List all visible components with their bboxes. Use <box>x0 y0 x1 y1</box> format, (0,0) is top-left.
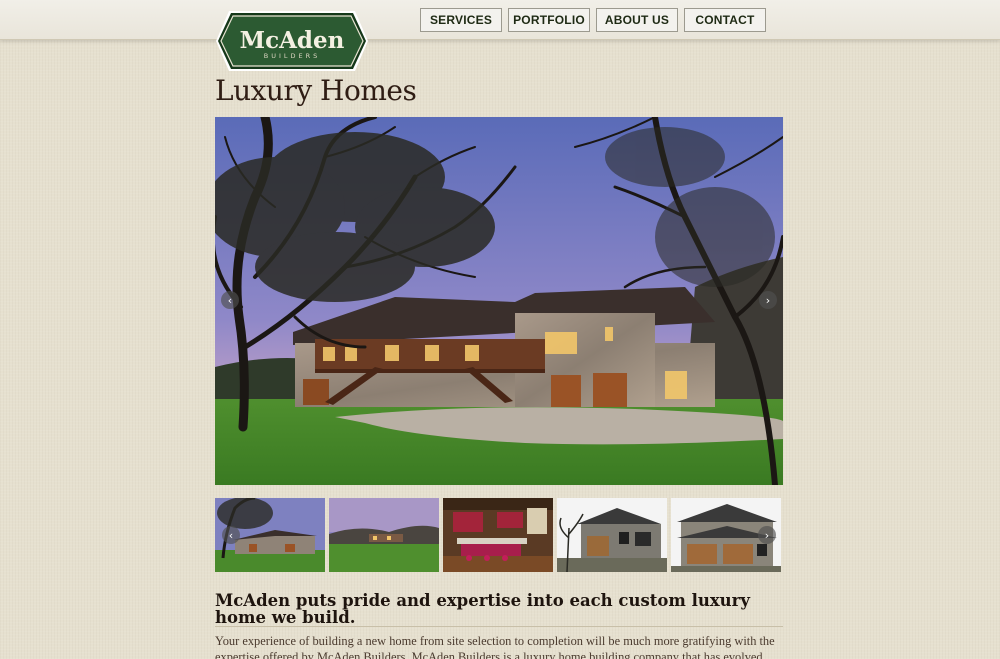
chevron-left-icon: ‹ <box>228 528 234 542</box>
thumbnail-image <box>329 498 439 572</box>
thumbnail-image <box>557 498 667 572</box>
hero-house-photo <box>215 117 783 485</box>
thumbnail-3[interactable] <box>443 498 553 572</box>
hero-slider[interactable]: ‹ › <box>215 117 783 485</box>
hero-prev-arrow[interactable]: ‹ <box>221 291 239 309</box>
nav-about-button[interactable]: ABOUT US <box>596 8 678 32</box>
hero-next-arrow[interactable]: › <box>759 291 777 309</box>
divider <box>215 626 783 627</box>
nav-contact-button[interactable]: CONTACT <box>684 8 766 32</box>
thumbnail-image <box>443 498 553 572</box>
logo-sub-text: BUILDERS <box>264 52 321 60</box>
chevron-right-icon: › <box>765 293 771 307</box>
main-nav: SERVICES PORTFOLIO ABOUT US CONTACT <box>420 8 766 32</box>
chevron-right-icon: › <box>764 528 770 542</box>
logo-badge: McAden BUILDERS <box>216 11 368 71</box>
thumbnails-next-arrow[interactable]: › <box>758 526 776 544</box>
nav-services-button[interactable]: SERVICES <box>420 8 502 32</box>
chevron-left-icon: ‹ <box>227 293 233 307</box>
intro-paragraph: Your experience of building a new home f… <box>215 634 775 659</box>
logo-main-text: McAden <box>240 27 345 54</box>
mcaden-builders-logo[interactable]: McAden BUILDERS <box>215 10 369 72</box>
section-headline: McAden puts pride and expertise into eac… <box>215 591 750 627</box>
thumbnail-strip: ‹ › <box>215 498 783 572</box>
nav-portfolio-button[interactable]: PORTFOLIO <box>508 8 590 32</box>
page-title: Luxury Homes <box>215 74 417 107</box>
thumbnails-prev-arrow[interactable]: ‹ <box>222 526 240 544</box>
thumbnail-4[interactable] <box>557 498 667 572</box>
thumbnail-2[interactable] <box>329 498 439 572</box>
